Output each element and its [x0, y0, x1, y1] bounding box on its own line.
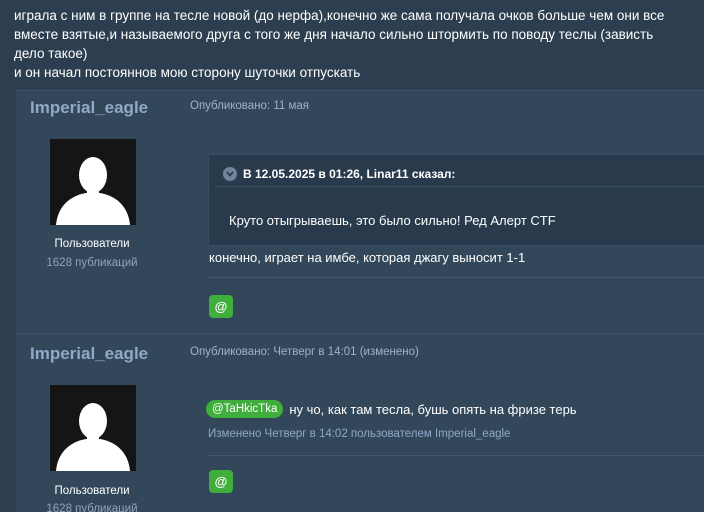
quote-header[interactable]: В 12.05.2025 в 01:26, Linar11 сказал:: [215, 161, 704, 187]
quote-text: Круто отыгрываешь, это было сильно! Ред …: [229, 213, 556, 228]
intro-line: вместе взятые,и называемого друга с того…: [14, 27, 654, 42]
post-date[interactable]: Опубликовано: 11 мая: [190, 100, 309, 112]
author-name-link[interactable]: Imperial_eagle: [30, 98, 148, 118]
avatar[interactable]: [50, 139, 136, 225]
intro-line: играла с ним в группе на тесле новой (до…: [14, 8, 665, 23]
post-date[interactable]: Опубликовано: Четверг в 14:01 (изменено): [190, 346, 419, 358]
post-count: 1628 публикаций: [46, 503, 138, 512]
forum-post: Imperial_eagle Опубликовано: 11 мая Поль…: [16, 90, 704, 332]
edited-note: Изменено Четверг в 14:02 пользователем I…: [208, 428, 511, 440]
post-content: @TaHkicTka ну чо, как там тесла, бушь оп…: [206, 400, 577, 418]
mention-button[interactable]: @: [209, 470, 233, 493]
mention-button[interactable]: @: [209, 295, 233, 318]
post-count: 1628 публикаций: [46, 257, 138, 269]
divider: [208, 455, 704, 456]
mention-tag[interactable]: @TaHkicTka: [206, 400, 284, 418]
user-group: Пользователи: [54, 238, 130, 250]
quote-header-text: В 12.05.2025 в 01:26, Linar11 сказал:: [243, 166, 456, 181]
previous-post-text: играла с ним в группе на тесле новой (до…: [14, 6, 700, 82]
intro-line: и он начал постояннов мою сторону шуточк…: [14, 65, 361, 80]
chevron-down-icon[interactable]: [223, 166, 237, 181]
author-name-link[interactable]: Imperial_eagle: [30, 344, 148, 364]
divider: [208, 277, 704, 278]
forum-post: Imperial_eagle Опубликовано: Четверг в 1…: [16, 333, 704, 512]
post-text: ну чо, как там тесла, бушь опять на фриз…: [289, 401, 577, 417]
avatar[interactable]: [50, 385, 136, 471]
quote-block: В 12.05.2025 в 01:26, Linar11 сказал: Кр…: [208, 154, 704, 246]
post-content: конечно, играет на имбе, которая джагу в…: [209, 250, 526, 265]
intro-line: дело такое): [14, 46, 88, 61]
user-group: Пользователи: [54, 485, 130, 497]
